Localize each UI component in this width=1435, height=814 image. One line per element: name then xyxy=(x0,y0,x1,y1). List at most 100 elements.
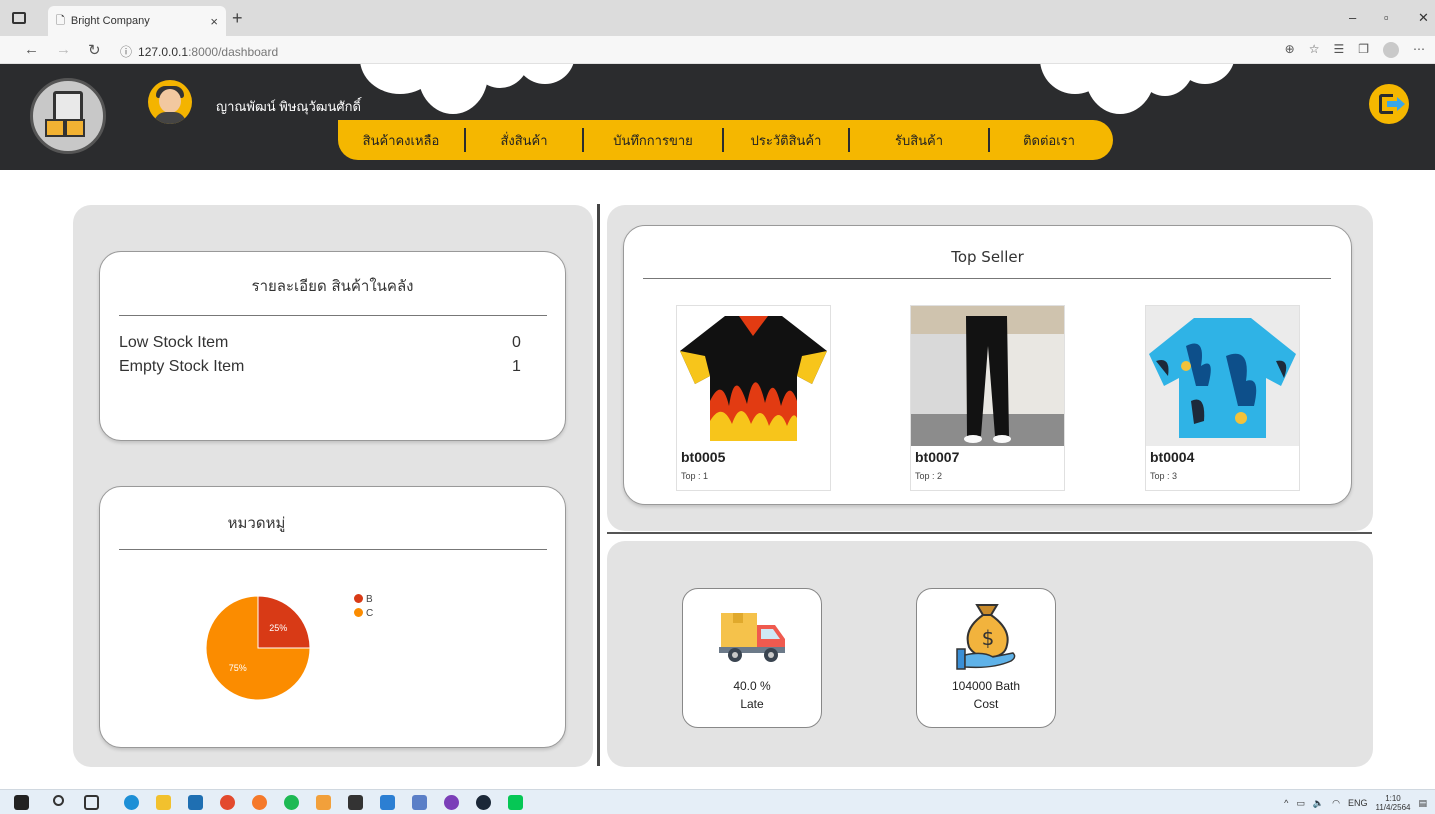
edge-icon[interactable] xyxy=(124,795,139,810)
product-card[interactable]: bt0007 Top : 2 xyxy=(910,305,1065,491)
nav-item-5[interactable]: ติดต่อเรา xyxy=(990,128,1108,152)
volume-icon[interactable]: 🔈 xyxy=(1313,798,1324,809)
chrome-icon[interactable] xyxy=(220,795,235,810)
stock-details-card: รายละเอียด สินค้าในคลัง Low Stock Item 0… xyxy=(99,251,566,441)
spotify-icon[interactable] xyxy=(284,795,299,810)
language-indicator[interactable]: ENG xyxy=(1348,798,1368,808)
favorite-icon[interactable]: ☆ xyxy=(1309,42,1320,58)
product-image-flame-shirt xyxy=(677,306,830,446)
back-icon[interactable]: ← xyxy=(24,41,39,58)
legend-dot-icon xyxy=(354,608,363,617)
close-window-button[interactable]: ✕ xyxy=(1418,10,1429,26)
product-code: bt0005 xyxy=(681,449,726,465)
start-icon[interactable] xyxy=(14,795,29,810)
product-rank: Top : 1 xyxy=(681,471,709,481)
nav-item-0[interactable]: สินค้าคงเหลือ xyxy=(338,128,466,152)
line-icon[interactable] xyxy=(508,795,523,810)
username: ญาณพัฒน์ พิษณุวัฒนศักดิ์ xyxy=(216,99,361,114)
terminal-icon[interactable] xyxy=(348,795,363,810)
product-rank: Top : 3 xyxy=(1150,471,1178,481)
site-info-icon[interactable]: ⓘ xyxy=(120,45,132,59)
url-field[interactable]: ⓘ 127.0.0.1:8000/dashboard xyxy=(120,43,278,60)
left-panel: รายละเอียด สินค้าในคลัง Low Stock Item 0… xyxy=(73,205,593,767)
file-explorer-icon[interactable] xyxy=(156,795,171,810)
collections-icon[interactable]: ❐ xyxy=(1358,42,1369,58)
box-icon xyxy=(45,119,65,137)
vscode-icon[interactable] xyxy=(380,795,395,810)
stock-card-title: รายละเอียด สินค้าในคลัง xyxy=(251,277,414,295)
legend-label: B xyxy=(366,594,373,605)
low-stock-value: 0 xyxy=(512,334,521,351)
firefox-icon[interactable] xyxy=(252,795,267,810)
pie-label-B: 25% xyxy=(269,623,287,633)
url-host: 127.0.0.1 xyxy=(138,45,189,59)
product-image-black-pants xyxy=(911,306,1064,446)
address-bar: ← → ↻ ⓘ 127.0.0.1:8000/dashboard ⊕ ☆ ☰ ❐ … xyxy=(0,36,1435,64)
delivery-truck-icon xyxy=(719,613,785,662)
chevron-up-icon[interactable]: ^ xyxy=(1284,798,1288,808)
app-icon[interactable] xyxy=(412,795,427,810)
legend-item-B[interactable]: B xyxy=(354,593,373,607)
top-seller-panel: Top Seller bt0005 Top : 1 bt0007 Top: 2… xyxy=(607,205,1373,531)
legend-item-C[interactable]: C xyxy=(354,607,373,621)
tab-actions-icon[interactable] xyxy=(12,12,26,24)
product-rank: Top : 2 xyxy=(915,471,943,481)
cost-card: $ 104000 Bath Cost xyxy=(916,588,1056,728)
url-path: :8000/dashboard xyxy=(188,45,279,59)
store-icon[interactable] xyxy=(188,795,203,810)
tab-title: Bright Company xyxy=(70,15,150,27)
app-icon[interactable] xyxy=(316,795,331,810)
maximize-button[interactable]: ▫ xyxy=(1384,10,1389,25)
favorites-bar-icon[interactable]: ☰ xyxy=(1333,42,1344,58)
avatar xyxy=(148,80,192,124)
wifi-icon[interactable]: ◠ xyxy=(1332,798,1340,809)
product-card[interactable]: bt0005 Top : 1 xyxy=(676,305,831,491)
product-card[interactable]: bt0004 Top : 3 xyxy=(1145,305,1300,491)
minimize-button[interactable]: – xyxy=(1349,10,1356,25)
notification-icon[interactable]: ▤ xyxy=(1418,798,1427,809)
cloud-decoration xyxy=(515,64,575,84)
main-nav: สินค้าคงเหลือ สั่งสินค้า บันทึกการขาย ประวั… xyxy=(338,120,1113,160)
windows-taskbar: ^ ▭ 🔈 ◠ ENG 1:10 11/4/2564 ▤ xyxy=(0,789,1435,814)
battery-icon[interactable]: ▭ xyxy=(1296,798,1305,809)
cost-value: 104000 Bath xyxy=(951,679,1021,693)
late-delivery-card: 40.0 % Late xyxy=(682,588,822,728)
empty-stock-label: Empty Stock Item xyxy=(119,358,245,375)
task-view-icon[interactable] xyxy=(84,795,99,810)
profile-icon[interactable] xyxy=(1383,42,1399,58)
new-tab-button[interactable]: + xyxy=(232,8,243,29)
search-icon[interactable] xyxy=(53,795,64,806)
refresh-icon[interactable]: ↻ xyxy=(88,41,101,59)
nav-item-4[interactable]: รับสินค้า xyxy=(850,128,990,152)
late-percent-value: 40.0 % xyxy=(733,679,771,693)
forward-icon[interactable]: → xyxy=(56,41,71,58)
product-code: bt0007 xyxy=(915,449,960,465)
more-icon[interactable]: ⋯ xyxy=(1413,42,1425,58)
box-icon xyxy=(65,119,85,137)
top-seller-title: Top Seller xyxy=(951,248,1024,266)
chart-legend: BC xyxy=(354,593,373,621)
company-logo[interactable] xyxy=(30,78,106,154)
browser-tab[interactable]: 🗋 Bright Company × xyxy=(48,6,226,36)
horizontal-divider xyxy=(607,532,1372,534)
kpi-panel: 40.0 % Late $ 104000 Bath Cost xyxy=(607,541,1373,767)
product-image-hawaiian-shirt xyxy=(1146,306,1299,446)
svg-text:$: $ xyxy=(982,626,995,650)
steam-icon[interactable] xyxy=(476,795,491,810)
nav-item-1[interactable]: สั่งสินค้า xyxy=(466,128,584,152)
close-tab-icon[interactable]: × xyxy=(210,14,218,29)
divider xyxy=(119,315,547,316)
system-tray: ^ ▭ 🔈 ◠ ENG 1:10 11/4/2564 ▤ xyxy=(1284,794,1427,812)
clock-date: 11/4/2564 xyxy=(1375,803,1411,812)
late-label: Late xyxy=(740,697,764,711)
logout-button[interactable] xyxy=(1369,84,1409,124)
nav-item-2[interactable]: บันทึกการขาย xyxy=(584,128,724,152)
nav-item-3[interactable]: ประวัติสินค้า xyxy=(724,128,850,152)
divider xyxy=(119,549,547,550)
app-icon[interactable] xyxy=(444,795,459,810)
zoom-icon[interactable]: ⊕ xyxy=(1285,42,1295,58)
clock[interactable]: 1:10 11/4/2564 xyxy=(1375,794,1410,812)
money-bag-icon: $ xyxy=(956,604,1016,670)
legend-label: C xyxy=(366,608,374,619)
pie-label-C: 75% xyxy=(229,663,247,673)
